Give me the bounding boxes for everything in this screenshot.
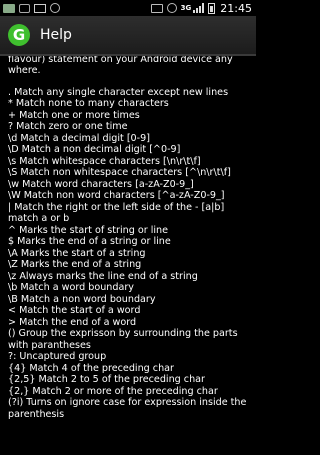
clock: 21:45 xyxy=(220,1,252,15)
help-line: \B Match a non word boundary xyxy=(8,293,156,305)
help-lines: . Match any single character except new … xyxy=(8,87,250,421)
help-line: . Match any single character except new … xyxy=(8,86,229,98)
app-logo-letter: G xyxy=(12,26,26,44)
help-line: ?: Uncaptured group xyxy=(8,351,107,362)
help-line: < Match the start of a word xyxy=(8,305,141,316)
notification-icons xyxy=(0,3,64,13)
help-line: \d Match a decimal digit [0-9] xyxy=(8,132,150,144)
help-line: {2,5} Match 2 to 5 of the preceding char xyxy=(8,374,205,385)
help-line: \z Always marks the line end of a string xyxy=(8,270,198,282)
sync-icon xyxy=(50,3,60,13)
help-line: \A Marks the start of a string xyxy=(8,247,146,259)
system-icons: 3G 21:45 xyxy=(150,1,256,15)
help-line: \D Match a non decimal digit [^0-9] xyxy=(8,144,181,155)
page-title: Help xyxy=(40,27,72,43)
help-line: \S Match non whitespace characters [^\n\… xyxy=(8,167,231,178)
action-bar: G Help xyxy=(0,16,256,56)
help-line: ? Match zero or one time xyxy=(8,121,128,132)
help-line: \b Match a word boundary xyxy=(8,282,134,293)
help-line: (?i) Turns on ignore case for expression… xyxy=(8,397,247,420)
status-bar: 3G 21:45 xyxy=(0,0,256,16)
help-line: \Z Marks the end of a string xyxy=(8,259,142,270)
signal-icon xyxy=(193,3,205,13)
app-logo-icon[interactable]: G xyxy=(8,24,30,46)
help-scroll-view[interactable]: GREP on the run allows you to test GREP … xyxy=(0,56,256,455)
help-line: \w Match word characters [a-zA-Z0-9_] xyxy=(8,178,194,190)
alarm-icon xyxy=(166,3,177,13)
vibrate-icon xyxy=(150,3,163,13)
help-line: * Match none to many characters xyxy=(8,98,169,109)
help-line: () Group the exprisson by surrounding th… xyxy=(8,328,238,351)
help-text: GREP on the run allows you to test GREP … xyxy=(0,56,256,420)
battery-icon xyxy=(208,2,216,14)
help-line: > Match the end of a word xyxy=(8,316,137,328)
usb-icon xyxy=(19,3,30,13)
help-intro: GREP on the run allows you to test GREP … xyxy=(8,56,233,76)
help-line: \W Match non word characters [^a-zA-Z0-9… xyxy=(8,190,225,201)
help-line: ^ Marks the start of string or line xyxy=(8,224,169,236)
help-line: {2,} Match 2 or more of the preceding ch… xyxy=(8,385,218,397)
help-line: + Match one or more times xyxy=(8,109,140,121)
network-type: 3G xyxy=(180,3,192,12)
help-line: $ Marks the end of a string or line xyxy=(8,236,171,247)
help-line: \s Match whitespace characters [\n\r\t\f… xyxy=(8,155,201,167)
help-line: {4} Match 4 of the preceding char xyxy=(8,362,174,374)
mail-icon xyxy=(34,3,46,13)
help-line: | Match the right or the left side of th… xyxy=(8,201,225,225)
image-icon xyxy=(3,3,15,13)
